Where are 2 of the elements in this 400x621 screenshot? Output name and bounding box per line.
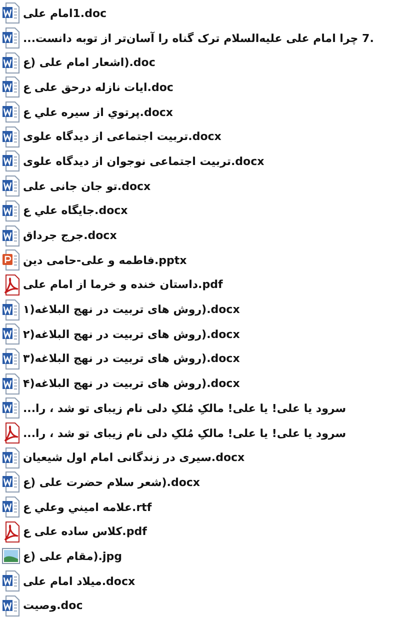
file-name[interactable]: ...سرود یا علی! یا علی! مالکِ مُلکِ دلی نام زیبای تو شد ، را <box>23 426 346 440</box>
file-name[interactable]: ...سرود یا علی! یا علی! مالکِ مُلکِ دلی نام زیبای تو شد ، را <box>23 402 346 415</box>
